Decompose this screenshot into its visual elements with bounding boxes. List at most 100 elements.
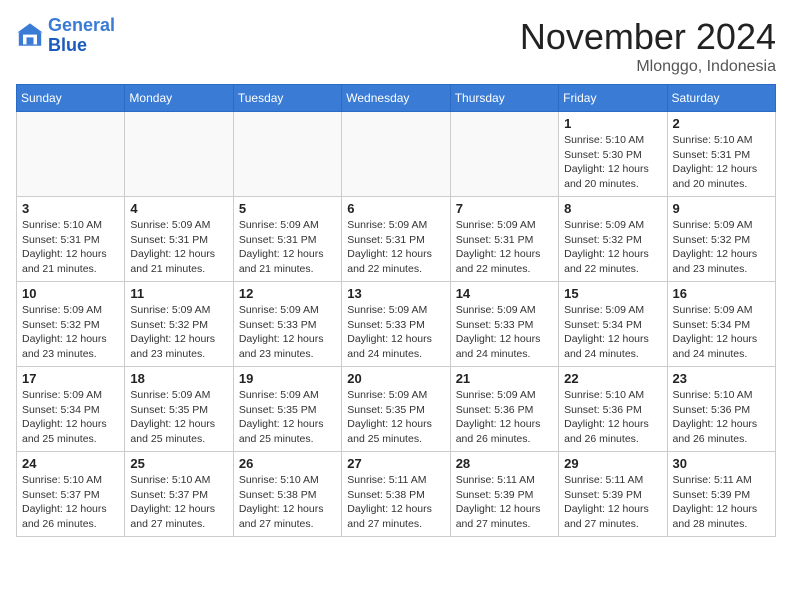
calendar-cell xyxy=(17,112,125,197)
calendar-cell: 23 Sunrise: 5:10 AM Sunset: 5:36 PM Dayli… xyxy=(667,367,775,452)
day-number: 2 xyxy=(673,116,770,131)
calendar-cell: 25Sunrise: 5:10 AM Sunset: 5:37 PM Dayli… xyxy=(125,452,233,537)
calendar-cell: 13Sunrise: 5:09 AM Sunset: 5:33 PM Dayli… xyxy=(342,282,450,367)
title-block: November 2024 Mlonggo, Indonesia xyxy=(520,16,776,76)
day-number: 22 xyxy=(564,371,661,386)
weekday-sunday: Sunday xyxy=(17,85,125,112)
day-number: 26 xyxy=(239,456,336,471)
day-number: 20 xyxy=(347,371,444,386)
calendar-cell: 26 Sunrise: 5:10 AM Sunset: 5:38 PM Dayli… xyxy=(233,452,341,537)
day-number: 9 xyxy=(673,201,770,216)
cell-info: Sunrise: 5:09 AM Sunset: 5:33 PM Dayligh… xyxy=(456,303,553,362)
cell-info: Sunrise: 5:10 AM Sunset: 5:36 PM Dayligh… xyxy=(673,388,770,447)
day-number: 24 xyxy=(22,456,119,471)
day-number: 18 xyxy=(130,371,227,386)
calendar-cell: 24 Sunrise: 5:10 AM Sunset: 5:37 PM Dayli… xyxy=(17,452,125,537)
cell-info: Sunrise: 5:09 AM Sunset: 5:34 PM Dayligh… xyxy=(22,388,119,447)
calendar-cell: 8 Sunrise: 5:09 AM Sunset: 5:32 PM Daylig… xyxy=(559,197,667,282)
cell-info: Sunrise: 5:10 AM Sunset: 5:37 PM Dayligh… xyxy=(130,473,227,532)
calendar-cell: 20 Sunrise: 5:09 AM Sunset: 5:35 PM Dayli… xyxy=(342,367,450,452)
calendar-cell: 16 Sunrise: 5:09 AM Sunset: 5:34 PM Dayli… xyxy=(667,282,775,367)
cell-info: Sunrise: 5:11 AM Sunset: 5:39 PM Dayligh… xyxy=(673,473,770,532)
cell-info: Sunrise: 5:09 AM Sunset: 5:32 PM Dayligh… xyxy=(22,303,119,362)
cell-info: Sunrise: 5:09 AM Sunset: 5:31 PM Dayligh… xyxy=(347,218,444,277)
cell-info: Sunrise: 5:09 AM Sunset: 5:35 PM Dayligh… xyxy=(239,388,336,447)
calendar-cell: 30 Sunrise: 5:11 AM Sunset: 5:39 PM Dayli… xyxy=(667,452,775,537)
calendar: SundayMondayTuesdayWednesdayThursdayFrid… xyxy=(16,84,776,537)
calendar-cell xyxy=(125,112,233,197)
calendar-cell: 18 Sunrise: 5:09 AM Sunset: 5:35 PM Dayli… xyxy=(125,367,233,452)
calendar-cell: 29 Sunrise: 5:11 AM Sunset: 5:39 PM Dayli… xyxy=(559,452,667,537)
calendar-cell: 5Sunrise: 5:09 AM Sunset: 5:31 PM Daylig… xyxy=(233,197,341,282)
cell-info: Sunrise: 5:09 AM Sunset: 5:34 PM Dayligh… xyxy=(673,303,770,362)
cell-info: Sunrise: 5:10 AM Sunset: 5:37 PM Dayligh… xyxy=(22,473,119,532)
day-number: 11 xyxy=(130,286,227,301)
day-number: 23 xyxy=(673,371,770,386)
day-number: 15 xyxy=(564,286,661,301)
calendar-cell: 17 Sunrise: 5:09 AM Sunset: 5:34 PM Dayli… xyxy=(17,367,125,452)
logo-icon xyxy=(16,22,44,50)
calendar-cell: 28 Sunrise: 5:11 AM Sunset: 5:39 PM Dayli… xyxy=(450,452,558,537)
calendar-cell: 9 Sunrise: 5:09 AM Sunset: 5:32 PM Daylig… xyxy=(667,197,775,282)
cell-info: Sunrise: 5:09 AM Sunset: 5:35 PM Dayligh… xyxy=(347,388,444,447)
calendar-cell: 2 Sunrise: 5:10 AM Sunset: 5:31 PM Daylig… xyxy=(667,112,775,197)
cell-info: Sunrise: 5:09 AM Sunset: 5:36 PM Dayligh… xyxy=(456,388,553,447)
cell-info: Sunrise: 5:10 AM Sunset: 5:30 PM Dayligh… xyxy=(564,133,661,192)
month-title: November 2024 xyxy=(520,16,776,58)
calendar-cell: 7Sunrise: 5:09 AM Sunset: 5:31 PM Daylig… xyxy=(450,197,558,282)
calendar-cell: 10Sunrise: 5:09 AM Sunset: 5:32 PM Dayli… xyxy=(17,282,125,367)
calendar-cell: 19 Sunrise: 5:09 AM Sunset: 5:35 PM Dayli… xyxy=(233,367,341,452)
day-number: 28 xyxy=(456,456,553,471)
day-number: 8 xyxy=(564,201,661,216)
calendar-cell: 6Sunrise: 5:09 AM Sunset: 5:31 PM Daylig… xyxy=(342,197,450,282)
page-header: General Blue November 2024 Mlonggo, Indo… xyxy=(16,16,776,76)
day-number: 27 xyxy=(347,456,444,471)
calendar-cell: 3 Sunrise: 5:10 AM Sunset: 5:31 PM Daylig… xyxy=(17,197,125,282)
calendar-cell: 21 Sunrise: 5:09 AM Sunset: 5:36 PM Dayli… xyxy=(450,367,558,452)
week-row-2: 3 Sunrise: 5:10 AM Sunset: 5:31 PM Daylig… xyxy=(17,197,776,282)
calendar-cell: 27 Sunrise: 5:11 AM Sunset: 5:38 PM Dayli… xyxy=(342,452,450,537)
calendar-cell xyxy=(233,112,341,197)
week-row-4: 17 Sunrise: 5:09 AM Sunset: 5:34 PM Dayli… xyxy=(17,367,776,452)
cell-info: Sunrise: 5:10 AM Sunset: 5:36 PM Dayligh… xyxy=(564,388,661,447)
cell-info: Sunrise: 5:09 AM Sunset: 5:35 PM Dayligh… xyxy=(130,388,227,447)
calendar-cell: 15Sunrise: 5:09 AM Sunset: 5:34 PM Dayli… xyxy=(559,282,667,367)
calendar-cell xyxy=(450,112,558,197)
weekday-saturday: Saturday xyxy=(667,85,775,112)
calendar-cell: 1 Sunrise: 5:10 AM Sunset: 5:30 PM Daylig… xyxy=(559,112,667,197)
logo-text: General Blue xyxy=(48,16,115,56)
cell-info: Sunrise: 5:09 AM Sunset: 5:33 PM Dayligh… xyxy=(239,303,336,362)
day-number: 3 xyxy=(22,201,119,216)
location: Mlonggo, Indonesia xyxy=(520,58,776,76)
cell-info: Sunrise: 5:10 AM Sunset: 5:31 PM Dayligh… xyxy=(22,218,119,277)
day-number: 16 xyxy=(673,286,770,301)
logo: General Blue xyxy=(16,16,115,56)
weekday-wednesday: Wednesday xyxy=(342,85,450,112)
calendar-cell xyxy=(342,112,450,197)
cell-info: Sunrise: 5:09 AM Sunset: 5:32 PM Dayligh… xyxy=(564,218,661,277)
cell-info: Sunrise: 5:10 AM Sunset: 5:38 PM Dayligh… xyxy=(239,473,336,532)
weekday-friday: Friday xyxy=(559,85,667,112)
cell-info: Sunrise: 5:09 AM Sunset: 5:32 PM Dayligh… xyxy=(673,218,770,277)
cell-info: Sunrise: 5:10 AM Sunset: 5:31 PM Dayligh… xyxy=(673,133,770,192)
day-number: 4 xyxy=(130,201,227,216)
cell-info: Sunrise: 5:11 AM Sunset: 5:38 PM Dayligh… xyxy=(347,473,444,532)
cell-info: Sunrise: 5:11 AM Sunset: 5:39 PM Dayligh… xyxy=(456,473,553,532)
week-row-3: 10Sunrise: 5:09 AM Sunset: 5:32 PM Dayli… xyxy=(17,282,776,367)
day-number: 19 xyxy=(239,371,336,386)
weekday-tuesday: Tuesday xyxy=(233,85,341,112)
cell-info: Sunrise: 5:09 AM Sunset: 5:33 PM Dayligh… xyxy=(347,303,444,362)
day-number: 21 xyxy=(456,371,553,386)
calendar-cell: 14 Sunrise: 5:09 AM Sunset: 5:33 PM Dayli… xyxy=(450,282,558,367)
weekday-header-row: SundayMondayTuesdayWednesdayThursdayFrid… xyxy=(17,85,776,112)
day-number: 1 xyxy=(564,116,661,131)
day-number: 14 xyxy=(456,286,553,301)
cell-info: Sunrise: 5:09 AM Sunset: 5:32 PM Dayligh… xyxy=(130,303,227,362)
day-number: 29 xyxy=(564,456,661,471)
cell-info: Sunrise: 5:09 AM Sunset: 5:31 PM Dayligh… xyxy=(456,218,553,277)
calendar-cell: 12Sunrise: 5:09 AM Sunset: 5:33 PM Dayli… xyxy=(233,282,341,367)
day-number: 30 xyxy=(673,456,770,471)
cell-info: Sunrise: 5:11 AM Sunset: 5:39 PM Dayligh… xyxy=(564,473,661,532)
day-number: 17 xyxy=(22,371,119,386)
weekday-thursday: Thursday xyxy=(450,85,558,112)
